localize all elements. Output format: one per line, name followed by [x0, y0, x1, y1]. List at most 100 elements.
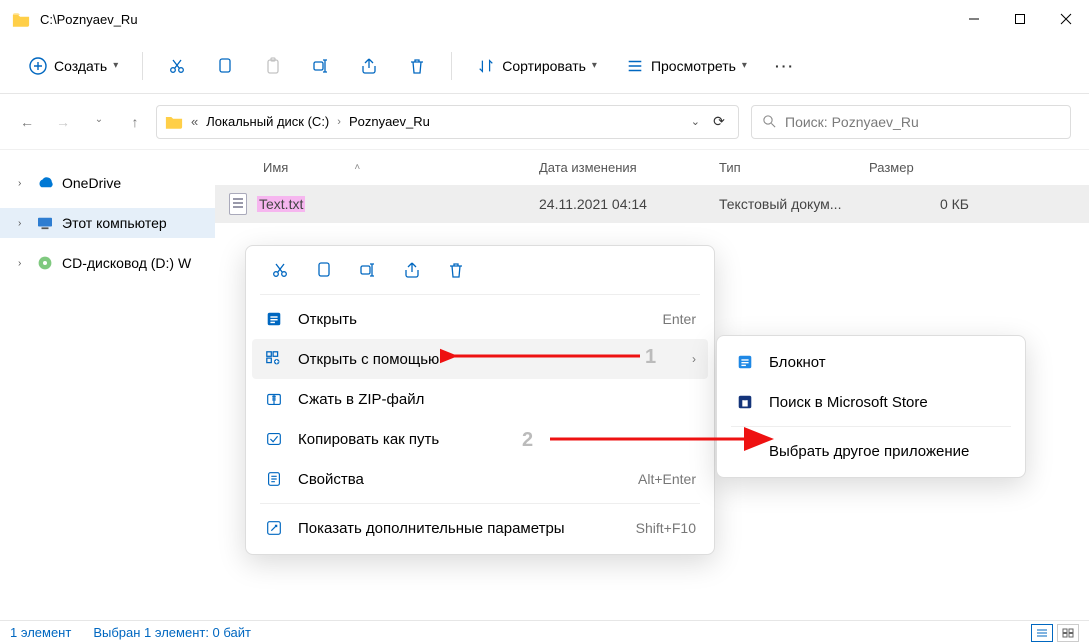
col-name[interactable]: Имя˄	[229, 160, 539, 175]
rename-icon	[311, 56, 331, 76]
notepad-icon	[735, 352, 755, 372]
status-bar: 1 элемент Выбран 1 элемент: 0 байт	[0, 620, 1089, 644]
sub-notepad[interactable]: Блокнот	[723, 342, 1019, 382]
cut-button[interactable]	[157, 50, 197, 82]
ctx-zip[interactable]: Сжать в ZIP-файл	[252, 379, 708, 419]
breadcrumb-seg[interactable]: Poznyaev_Ru	[349, 114, 430, 129]
col-modified[interactable]: Дата изменения	[539, 160, 719, 175]
chevron-down-icon: ▾	[113, 60, 118, 71]
details-view-button[interactable]	[1031, 624, 1053, 642]
text-file-icon	[229, 193, 247, 215]
submenu-separator	[731, 426, 1011, 427]
new-button[interactable]: Создать ▾	[18, 50, 128, 82]
trash-icon[interactable]	[446, 260, 466, 280]
trash-icon	[407, 56, 427, 76]
rename-button[interactable]	[301, 50, 341, 82]
file-row[interactable]: Text.txt 24.11.2021 04:14 Текстовый доку…	[215, 185, 1089, 223]
ctx-copy-path-label: Копировать как путь	[298, 431, 696, 448]
ctx-open[interactable]: Открыть Enter	[252, 299, 708, 339]
minimize-button[interactable]	[951, 0, 997, 38]
paste-button[interactable]	[253, 50, 293, 82]
nav-item-label: Этот компьютер	[62, 215, 167, 231]
nav-arrows: ← → ⌄ ↑	[18, 114, 144, 130]
ctx-more-label: Показать дополнительные параметры	[298, 520, 622, 537]
search-icon	[762, 114, 777, 129]
ctx-copy-path[interactable]: Копировать как путь	[252, 419, 708, 459]
sort-button-label: Сортировать	[502, 58, 586, 74]
nav-item-onedrive[interactable]: › OneDrive	[0, 168, 215, 198]
store-icon	[735, 392, 755, 412]
nav-row: ← → ⌄ ↑ « Локальный диск (C:) › Poznyaev…	[0, 94, 1089, 150]
ctx-properties[interactable]: Свойства Alt+Enter	[252, 459, 708, 499]
share-icon[interactable]	[402, 260, 422, 280]
copy-icon[interactable]	[314, 260, 334, 280]
open-icon	[264, 309, 284, 329]
close-button[interactable]	[1043, 0, 1089, 38]
file-name: Text.txt	[257, 196, 305, 212]
folder-icon	[12, 12, 30, 27]
share-button[interactable]	[349, 50, 389, 82]
pc-icon	[36, 214, 54, 232]
status-count: 1 элемент	[10, 625, 71, 640]
sub-store[interactable]: Поиск в Microsoft Store	[723, 382, 1019, 422]
expand-icon[interactable]: ›	[18, 178, 28, 189]
context-menu-quick-actions	[252, 252, 708, 290]
file-modified-cell: 24.11.2021 04:14	[539, 196, 719, 212]
ctx-more-options[interactable]: Показать дополнительные параметры Shift+…	[252, 508, 708, 548]
cloud-icon	[36, 174, 54, 192]
view-button-label: Просмотреть	[651, 58, 736, 74]
breadcrumb-prefix: «	[191, 114, 198, 129]
view-switcher	[1031, 624, 1079, 642]
ctx-open-with-label: Открыть с помощью	[298, 351, 678, 368]
more-icon: ···	[775, 58, 795, 74]
col-size[interactable]: Размер	[869, 160, 989, 175]
toolbar-separator	[451, 52, 452, 80]
status-selection: Выбран 1 элемент: 0 байт	[93, 625, 251, 640]
ctx-open-with[interactable]: Открыть с помощью ›	[252, 339, 708, 379]
column-headers: Имя˄ Дата изменения Тип Размер	[215, 150, 1089, 185]
delete-button[interactable]	[397, 50, 437, 82]
file-type-cell: Текстовый докум...	[719, 196, 869, 212]
sub-notepad-label: Блокнот	[769, 354, 1007, 371]
chevron-down-icon: ▾	[742, 60, 747, 71]
address-dropdown[interactable]: ⌄	[691, 115, 700, 128]
ctx-open-label: Открыть	[298, 311, 649, 328]
paste-icon	[263, 56, 283, 76]
forward-button[interactable]: →	[54, 114, 72, 130]
chevron-right-icon: ›	[692, 352, 696, 366]
col-type[interactable]: Тип	[719, 160, 869, 175]
address-bar[interactable]: « Локальный диск (C:) › Poznyaev_Ru ⌄ ⟳	[156, 105, 739, 139]
nav-item-label: CD-дисковод (D:) W	[62, 255, 191, 271]
sub-choose-another[interactable]: Выбрать другое приложение	[723, 431, 1019, 471]
view-button[interactable]: Просмотреть ▾	[615, 50, 757, 82]
context-menu-separator	[260, 294, 700, 295]
nav-item-thispc[interactable]: › Этот компьютер	[0, 208, 215, 238]
scissors-icon[interactable]	[270, 260, 290, 280]
back-button[interactable]: ←	[18, 114, 36, 130]
up-button[interactable]: ↑	[126, 114, 144, 130]
more-button[interactable]: ···	[765, 52, 805, 80]
breadcrumb-seg[interactable]: Локальный диск (C:)	[206, 114, 329, 129]
folder-icon	[165, 114, 183, 129]
recent-button[interactable]: ⌄	[90, 114, 108, 130]
search-placeholder: Поиск: Poznyaev_Ru	[785, 114, 919, 130]
icons-view-button[interactable]	[1057, 624, 1079, 642]
maximize-button[interactable]	[997, 0, 1043, 38]
open-with-icon	[264, 349, 284, 369]
search-box[interactable]: Поиск: Poznyaev_Ru	[751, 105, 1071, 139]
rename-icon[interactable]	[358, 260, 378, 280]
nav-pane: › OneDrive › Этот компьютер › CD-дисково…	[0, 150, 215, 620]
copy-path-icon	[264, 429, 284, 449]
nav-item-cd[interactable]: › CD-дисковод (D:) W	[0, 248, 215, 278]
expand-icon[interactable]: ›	[18, 258, 28, 269]
share-icon	[359, 56, 379, 76]
sort-button[interactable]: Сортировать ▾	[466, 50, 607, 82]
sub-choose-label: Выбрать другое приложение	[769, 443, 1007, 460]
copy-button[interactable]	[205, 50, 245, 82]
window-title: C:\Poznyaev_Ru	[40, 12, 951, 27]
nav-item-label: OneDrive	[62, 175, 121, 191]
expand-icon[interactable]: ›	[18, 218, 28, 229]
toolbar: Создать ▾ Сортировать ▾ Просмотреть ▾ ··…	[0, 38, 1089, 94]
properties-icon	[264, 469, 284, 489]
refresh-button[interactable]: ⟳	[708, 113, 730, 130]
